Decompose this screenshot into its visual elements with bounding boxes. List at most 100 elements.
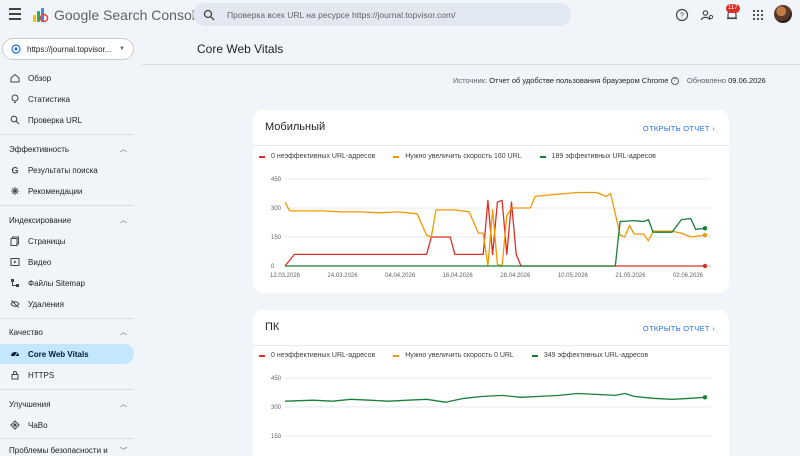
sidebar-item-label: Рекомендации — [28, 186, 83, 196]
search-bar[interactable]: Проверка всех URL на ресурсе https://jou… — [193, 3, 571, 26]
sidebar-item-https[interactable]: HTTPS — [0, 365, 134, 385]
sidebar-item-label: Видео — [28, 257, 52, 267]
sidebar-divider — [0, 438, 134, 439]
section-label: Индексирование — [9, 215, 72, 225]
y-tick-label: 300 — [271, 206, 282, 212]
notification-badge: 117 — [726, 4, 740, 13]
section-performance[interactable]: Эффективность ︿ — [0, 139, 134, 159]
open-report-link[interactable]: ОТКРЫТЬ ОТЧЕТ › — [643, 324, 715, 333]
sparkle-icon — [11, 187, 19, 195]
sidebar-item-label: ЧаВо — [28, 420, 48, 430]
search-icon — [10, 115, 20, 125]
legend-good[interactable]: 349 эффективных URL-адресов — [531, 352, 648, 359]
section-enhancements[interactable]: Улучшения ︿ — [0, 394, 134, 414]
sidebar-item-removals[interactable]: Удаления — [0, 294, 134, 314]
sidebar-item-label: Файлы Sitemap — [28, 278, 85, 288]
series-end-point — [702, 395, 708, 400]
source-label: Источник: — [453, 76, 488, 85]
desktop-report-card: ПК ОТКРЫТЬ ОТЧЕТ › 0 неэффективных URL-а… — [253, 310, 729, 456]
y-tick-label: 150 — [271, 434, 282, 440]
section-label: Улучшения — [9, 399, 51, 409]
sidebar-item-overview[interactable]: Обзор — [0, 68, 134, 88]
open-report-link[interactable]: ОТКРЫТЬ ОТЧЕТ › — [643, 124, 715, 133]
legend-good[interactable]: 189 эффективных URL-адресов — [539, 153, 656, 160]
apps-grid-icon[interactable] — [751, 8, 765, 22]
card-divider — [253, 145, 729, 146]
sidebar-item-statistics[interactable]: Статистика — [0, 89, 134, 109]
lock-icon — [11, 371, 19, 380]
y-tick-label: 450 — [271, 376, 282, 382]
sidebar-divider — [0, 389, 134, 390]
sidebar-item-url-inspection[interactable]: Проверка URL — [0, 110, 134, 130]
top-bar: Google Search Console Проверка всех URL … — [0, 0, 800, 30]
info-icon[interactable]: ? — [670, 77, 679, 86]
app-title: Google Search Console — [54, 7, 203, 23]
sidebar-divider — [0, 205, 134, 206]
property-selector[interactable]: https://journal.topvisor... ▼ — [2, 38, 134, 60]
legend-needs-improvement[interactable]: Нужно увеличить скорость 160 URL — [393, 153, 522, 160]
account-avatar[interactable] — [774, 5, 792, 23]
svg-text:G: G — [11, 166, 18, 176]
x-tick-label: 21.05.2026 — [615, 273, 646, 279]
video-icon — [10, 258, 20, 266]
main-menu-icon[interactable] — [9, 8, 21, 20]
sidebar: https://journal.topvisor... ▼ Обзор Стат… — [0, 30, 142, 456]
search-icon — [203, 9, 215, 20]
sidebar-item-core-web-vitals[interactable]: Core Web Vitals — [0, 344, 134, 364]
legend-swatch — [259, 155, 265, 158]
section-quality[interactable]: Качество ︿ — [0, 322, 134, 342]
bulb-icon — [11, 94, 19, 103]
sidebar-item-search-results[interactable]: G Результаты поиска — [0, 160, 134, 180]
property-globe-icon — [11, 44, 21, 54]
sidebar-item-video[interactable]: Видео — [0, 252, 134, 272]
manage-users-icon[interactable] — [700, 8, 714, 22]
sidebar-item-faq[interactable]: ЧаВо — [0, 415, 134, 435]
title-divider — [142, 64, 800, 65]
chevron-down-icon: ﹀ — [120, 448, 127, 455]
legend-label: Нужно увеличить скорость 160 URL — [405, 153, 522, 160]
legend-swatch — [531, 354, 538, 357]
card-title: Мобильный — [265, 121, 326, 133]
updated-value: 09.06.2026 — [728, 76, 766, 85]
legend-swatch — [393, 155, 400, 158]
section-label: Качество — [9, 327, 43, 337]
sidebar-item-label: Удаления — [28, 299, 64, 309]
y-tick-label: 150 — [271, 235, 282, 241]
sidebar-item-sitemaps[interactable]: Файлы Sitemap — [0, 273, 134, 293]
mobile-chart: 0 150 300 450 12.03.2026 24.03.2026 04.04.2026… — [270, 177, 711, 279]
sidebar-item-pages[interactable]: Страницы — [0, 231, 134, 251]
legend-needs-improvement[interactable]: Нужно увеличить скорость 0 URL — [393, 352, 514, 359]
speedometer-icon — [11, 352, 19, 357]
section-label: Проблемы безопасности и — [9, 445, 108, 455]
help-icon[interactable]: ? — [675, 8, 689, 22]
open-report-label: ОТКРЫТЬ ОТЧЕТ — [642, 124, 710, 133]
chevron-down-icon: ▼ — [119, 46, 125, 52]
y-tick-label: 300 — [271, 405, 282, 411]
search-input[interactable]: Проверка всех URL на ресурсе https://jou… — [227, 10, 455, 20]
search-console-logo-icon — [33, 8, 49, 23]
legend-label: 0 неэффективных URL-адресов — [271, 153, 376, 160]
section-indexing[interactable]: Индексирование ︿ — [0, 210, 134, 230]
sidebar-item-label: HTTPS — [28, 370, 55, 380]
legend-poor[interactable]: 0 неэффективных URL-адресов — [259, 352, 375, 359]
pages-icon — [10, 236, 19, 246]
svg-text:?: ? — [680, 13, 684, 20]
series-end-point — [702, 226, 708, 231]
google-g-icon: G — [11, 166, 18, 176]
section-label: Эффективность — [9, 144, 70, 154]
series-line — [284, 392, 706, 403]
sitemap-icon — [11, 279, 19, 287]
legend-label: 189 эффективных URL-адресов — [551, 153, 656, 160]
diamond-icon — [10, 420, 20, 430]
y-tick-label: 0 — [271, 264, 275, 270]
app-logo[interactable]: Google Search Console — [32, 6, 203, 24]
page-title: Core Web Vitals — [197, 42, 284, 56]
chevron-up-icon: ︿ — [120, 146, 127, 153]
source-info: Источник: Отчет об удобстве пользования … — [453, 76, 766, 86]
mobile-report-card: Мобильный ОТКРЫТЬ ОТЧЕТ › 0 неэффективны… — [253, 110, 729, 293]
card-title: ПК — [265, 321, 280, 333]
sidebar-item-recommendations[interactable]: Рекомендации — [0, 181, 134, 201]
section-security[interactable]: Проблемы безопасности и ﹀ — [0, 440, 134, 456]
legend-poor[interactable]: 0 неэффективных URL-адресов — [259, 153, 375, 160]
sidebar-item-label: Обзор — [28, 73, 52, 83]
